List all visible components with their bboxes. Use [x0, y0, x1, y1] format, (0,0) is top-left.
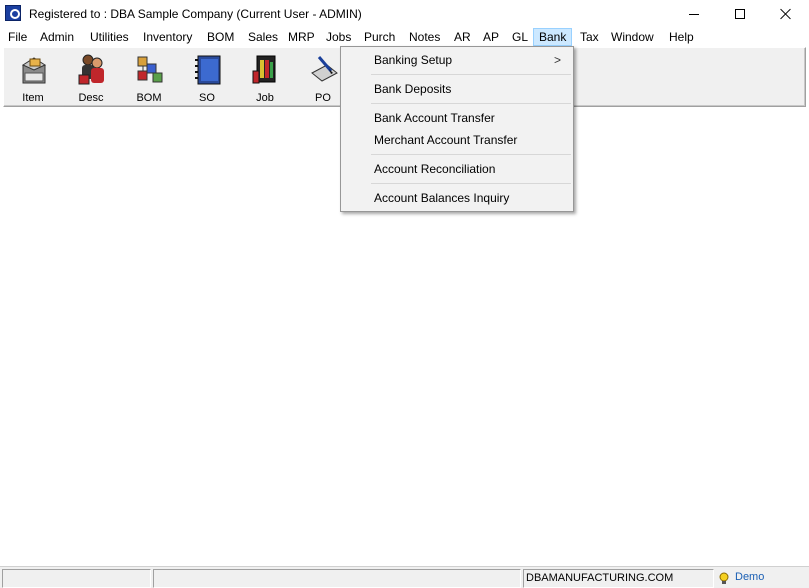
status-panel-2 [153, 569, 521, 588]
status-panel-1 [2, 569, 151, 588]
po-pen-icon [311, 56, 338, 82]
item-box-icon [21, 57, 47, 84]
title-bar: Registered to : DBA Sample Company (Curr… [0, 0, 809, 28]
menu-file[interactable]: File [6, 28, 29, 46]
menu-item-banking-setup[interactable]: Banking Setup > [341, 49, 573, 71]
toolbar-bom-button[interactable]: BOM [124, 51, 174, 105]
toolbar-item-label: Item [22, 92, 44, 104]
menu-mrp[interactable]: MRP [286, 28, 317, 46]
menu-separator [371, 183, 571, 184]
menu-ap[interactable]: AP [481, 28, 501, 46]
menu-separator [371, 154, 571, 155]
submenu-arrow-icon: > [553, 53, 561, 67]
menu-gl[interactable]: GL [510, 28, 530, 46]
window-title: Registered to : DBA Sample Company (Curr… [29, 7, 362, 21]
minimize-icon [689, 13, 699, 15]
menu-item-bank-deposits[interactable]: Bank Deposits [341, 78, 573, 100]
menu-item-merchant-account-transfer[interactable]: Merchant Account Transfer [341, 129, 573, 151]
menu-item-account-balances-inquiry[interactable]: Account Balances Inquiry [341, 187, 573, 209]
menu-help[interactable]: Help [667, 28, 696, 46]
job-books-icon [252, 55, 276, 84]
close-icon [780, 8, 792, 20]
menu-item-account-reconciliation[interactable]: Account Reconciliation [341, 158, 573, 180]
toolbar-job-label: Job [256, 92, 274, 104]
menu-notes[interactable]: Notes [407, 28, 442, 46]
menu-jobs[interactable]: Jobs [324, 28, 353, 46]
so-notebook-icon [195, 55, 221, 85]
menu-tax[interactable]: Tax [578, 28, 601, 46]
menu-bank[interactable]: Bank [533, 28, 573, 46]
menu-bar: File Admin Utilities Inventory BOM Sales… [0, 28, 809, 46]
menu-inventory[interactable]: Inventory [141, 28, 194, 46]
toolbar-bom-label: BOM [136, 92, 162, 104]
menu-ar[interactable]: AR [452, 28, 473, 46]
toolbar-item-button[interactable]: Item [8, 51, 58, 105]
bank-menu-dropdown: Banking Setup > Bank Deposits Bank Accou… [340, 46, 574, 212]
maximize-icon [735, 9, 745, 19]
lightbulb-icon [719, 572, 729, 584]
minimize-button[interactable] [671, 0, 717, 28]
toolbar-so-button[interactable]: SO [182, 51, 232, 105]
menu-window[interactable]: Window [609, 28, 656, 46]
status-bar: DBAMANUFACTURING.COM Demo [0, 566, 809, 588]
menu-utilities[interactable]: Utilities [88, 28, 131, 46]
bom-blocks-icon [137, 56, 163, 83]
toolbar-desc-label: Desc [78, 92, 104, 104]
menu-separator [371, 74, 571, 75]
app-logo-icon[interactable] [5, 5, 21, 21]
menu-purch[interactable]: Purch [362, 28, 397, 46]
menu-admin[interactable]: Admin [38, 28, 76, 46]
menu-item-bank-account-transfer[interactable]: Bank Account Transfer [341, 107, 573, 129]
menu-sales[interactable]: Sales [246, 28, 280, 46]
status-website: DBAMANUFACTURING.COM [523, 569, 714, 588]
toolbar-job-button[interactable]: Job [240, 51, 290, 105]
maximize-button[interactable] [717, 0, 763, 28]
desc-people-icon [78, 54, 104, 85]
demo-mode-label: Demo [735, 571, 765, 583]
close-button[interactable] [763, 0, 809, 28]
menu-bom[interactable]: BOM [205, 28, 236, 46]
toolbar-desc-button[interactable]: Desc [66, 51, 116, 105]
menu-item-label: Banking Setup [374, 53, 453, 67]
toolbar-so-label: SO [199, 92, 215, 104]
menu-separator [371, 103, 571, 104]
